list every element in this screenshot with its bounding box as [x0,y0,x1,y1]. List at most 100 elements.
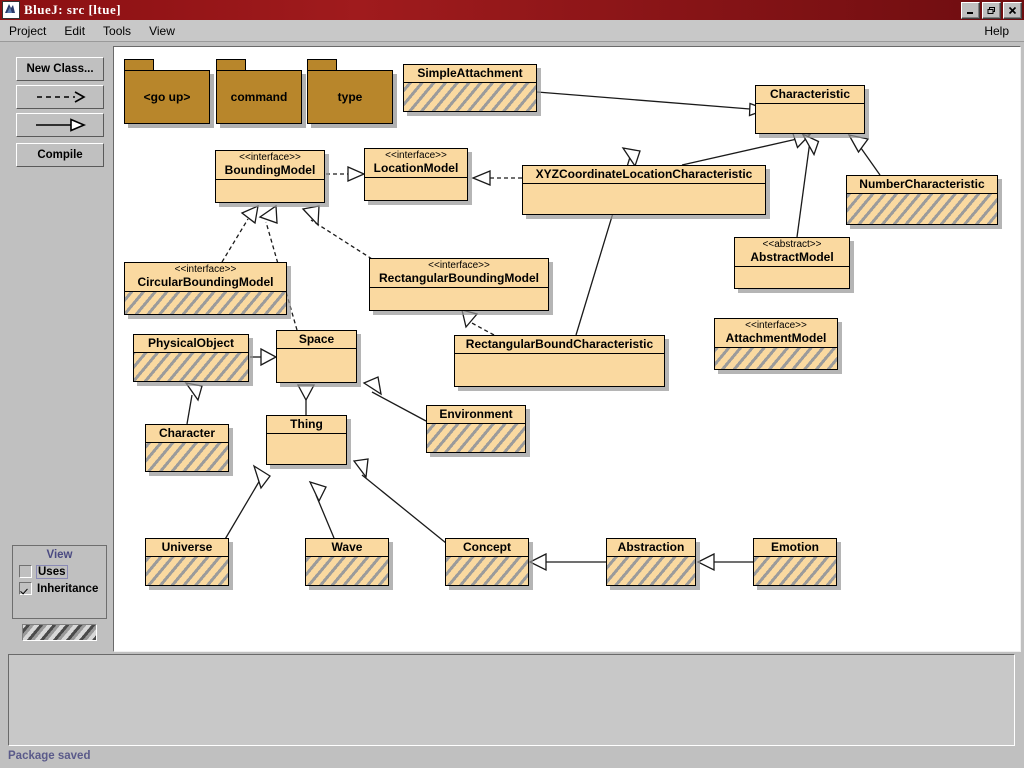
class-box-body [446,557,528,585]
class-name: Universe [161,540,213,554]
class-box-header: Concept [446,539,528,557]
class-box[interactable]: <<interface>> RectangularBoundingModel [369,258,549,311]
menu-tools[interactable]: Tools [94,22,140,40]
class-stereotype: <<interface>> [239,152,301,163]
window-controls [961,2,1022,19]
class-diagram-canvas[interactable]: <go up> command type SimpleAttachment Charac… [113,46,1021,652]
new-class-button[interactable]: New Class... [16,57,104,81]
class-box-body [306,557,388,585]
class-box-header: <<interface>> CircularBoundingModel [125,263,286,292]
output-pane[interactable] [8,654,1015,746]
class-box-body [370,288,548,310]
class-box[interactable]: Wave [305,538,389,586]
class-box[interactable]: Thing [266,415,347,465]
class-box-body [847,194,997,224]
menu-view[interactable]: View [140,22,184,40]
class-name: Wave [331,540,363,554]
class-box-header: <<interface>> AttachmentModel [715,319,837,348]
class-box[interactable]: PhysicalObject [133,334,249,382]
class-box[interactable]: Universe [145,538,229,586]
class-box-header: Environment [427,406,525,424]
inheritance-checkbox-row[interactable]: Inheritance [19,582,106,595]
class-box-header: Characteristic [756,86,864,104]
class-box-header: Space [277,331,356,349]
activity-indicator [22,624,97,641]
menu-edit[interactable]: Edit [55,22,94,40]
class-box-body [715,348,837,369]
package-label: command [230,90,288,104]
class-box-body [267,434,346,464]
class-box[interactable]: XYZCoordinateLocationCharacteristic [522,165,766,215]
class-box[interactable]: <<interface>> LocationModel [364,148,468,201]
minimize-button[interactable] [961,2,980,19]
class-name: RectangularBoundCharacteristic [465,337,654,351]
class-stereotype: <<interface>> [385,150,447,161]
class-box-header: NumberCharacteristic [847,176,997,194]
inheritance-arrow-button[interactable] [16,113,104,137]
inheritance-checkbox-label: Inheritance [37,582,99,595]
class-name: Character [158,426,216,440]
class-name: Space [298,332,335,346]
class-box-body [754,557,836,585]
class-box-body [735,267,849,288]
class-box[interactable]: <<abstract>> AbstractModel [734,237,850,289]
class-box-header: <<interface>> LocationModel [365,149,467,178]
class-name: Concept [463,540,511,554]
left-toolbar-panel: New Class... Compile View Uses Inheritan… [0,42,113,652]
title-bar: BlueJ: src [ltue] [0,0,1024,20]
class-box-header: RectangularBoundCharacteristic [455,336,664,354]
status-bar: Package saved [8,750,91,762]
class-box[interactable]: <<interface>> BoundingModel [215,150,325,203]
restore-button[interactable] [982,2,1001,19]
class-name: Emotion [771,540,819,554]
class-box[interactable]: Concept [445,538,529,586]
class-box[interactable]: Emotion [753,538,837,586]
dashed-arrow-icon [37,91,86,103]
window-title: BlueJ: src [ltue] [24,2,122,17]
close-button[interactable] [1003,2,1022,19]
class-name: RectangularBoundingModel [379,271,539,285]
class-stereotype: <<interface>> [174,264,237,275]
class-box[interactable]: Abstraction [606,538,696,586]
class-box[interactable]: Environment [426,405,526,453]
class-name: BoundingModel [224,163,316,177]
compile-button[interactable]: Compile [16,143,104,167]
class-box[interactable]: <<interface>> AttachmentModel [714,318,838,370]
class-box-header: Universe [146,539,228,557]
class-box[interactable]: Space [276,330,357,383]
package-label: <go up> [143,90,191,104]
class-name: SimpleAttachment [417,66,523,80]
hollow-triangle-arrow-icon [36,118,87,132]
class-box[interactable]: Characteristic [755,85,865,134]
class-box[interactable]: <<interface>> CircularBoundingModel [124,262,287,315]
class-box-header: <<abstract>> AbstractModel [735,238,849,267]
class-name: AbstractModel [750,250,834,264]
class-box-body [216,180,324,202]
menu-bar: Project Edit Tools View Help [0,20,1024,42]
class-box[interactable]: RectangularBoundCharacteristic [454,335,665,387]
class-box-body [365,178,467,200]
menu-help[interactable]: Help [975,22,1018,40]
uses-checkbox[interactable] [19,565,32,578]
class-box-body [607,557,695,585]
class-stereotype: <<interface>> [428,260,490,271]
class-box-header: Wave [306,539,388,557]
class-name: LocationModel [373,161,459,175]
view-options-panel: View Uses Inheritance [12,545,107,619]
class-box-body [427,424,525,452]
folder-body: command [216,70,302,124]
class-box[interactable]: Character [145,424,229,472]
class-box-body [404,83,536,111]
uses-arrow-button[interactable] [16,85,104,109]
uses-checkbox-row[interactable]: Uses [19,564,106,579]
class-box[interactable]: SimpleAttachment [403,64,537,112]
class-box-body [756,104,864,133]
class-stereotype: <<interface>> [745,320,807,331]
menu-project[interactable]: Project [0,22,55,40]
inheritance-checkbox[interactable] [19,582,32,595]
bluej-logo-icon [2,1,20,19]
class-box[interactable]: NumberCharacteristic [846,175,998,225]
class-box-header: Abstraction [607,539,695,557]
class-box-body [523,184,765,214]
class-box-header: <<interface>> RectangularBoundingModel [370,259,548,288]
